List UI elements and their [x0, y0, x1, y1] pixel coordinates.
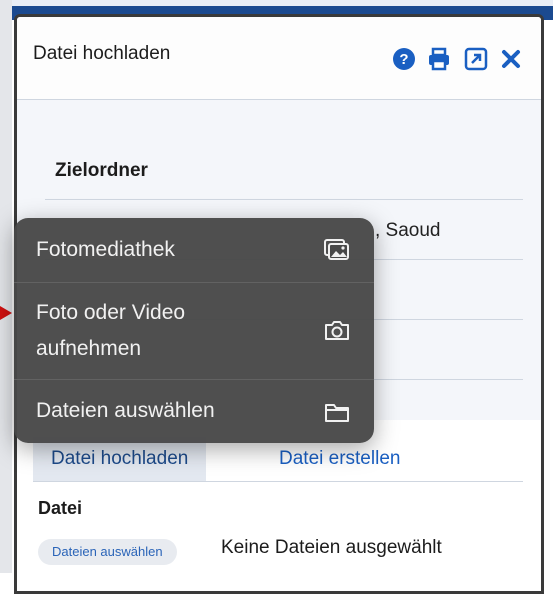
- top-strip-highlight: [0, 0, 553, 6]
- help-icon[interactable]: ?: [392, 47, 416, 71]
- zielordner-label: Zielordner: [55, 160, 148, 181]
- zielordner-value: , Saoud: [375, 220, 441, 241]
- menu-item-label: Dateien auswählen: [36, 399, 215, 422]
- popout-icon[interactable]: [464, 47, 488, 71]
- dialog-title: Datei hochladen: [33, 43, 171, 64]
- dialog-header: Datei hochladen ?: [17, 17, 541, 100]
- pointer-arrow: [0, 306, 12, 320]
- folder-icon: [325, 404, 349, 422]
- file-source-menu: Fotomediathek Foto oder Video aufnehmen …: [14, 218, 374, 443]
- datei-label: Datei: [38, 498, 83, 518]
- menu-item-fotomediathek[interactable]: Fotomediathek: [14, 218, 374, 282]
- camera-icon: [325, 321, 349, 340]
- menu-item-label: Foto oder Video aufnehmen: [36, 301, 186, 360]
- close-icon[interactable]: [499, 47, 523, 71]
- file-status-text: Keine Dateien ausgewählt: [221, 537, 442, 558]
- menu-item-label: Fotomediathek: [36, 238, 175, 261]
- tab-datei-erstellen[interactable]: Datei erstellen: [261, 437, 418, 481]
- menu-item-foto-oder-video[interactable]: Foto oder Video aufnehmen: [14, 283, 374, 379]
- choose-files-button[interactable]: Dateien auswählen: [38, 539, 177, 565]
- print-icon[interactable]: [427, 47, 451, 71]
- upload-tabs: Datei hochladen Datei erstellen: [33, 437, 523, 482]
- menu-item-dateien-auswaehlen[interactable]: Dateien auswählen: [14, 380, 374, 443]
- divider: [45, 199, 523, 200]
- background-left-edge: [0, 0, 12, 573]
- tab-datei-hochladen[interactable]: Datei hochladen: [33, 437, 207, 481]
- photo-library-icon: [324, 239, 349, 260]
- svg-text:?: ?: [399, 51, 408, 68]
